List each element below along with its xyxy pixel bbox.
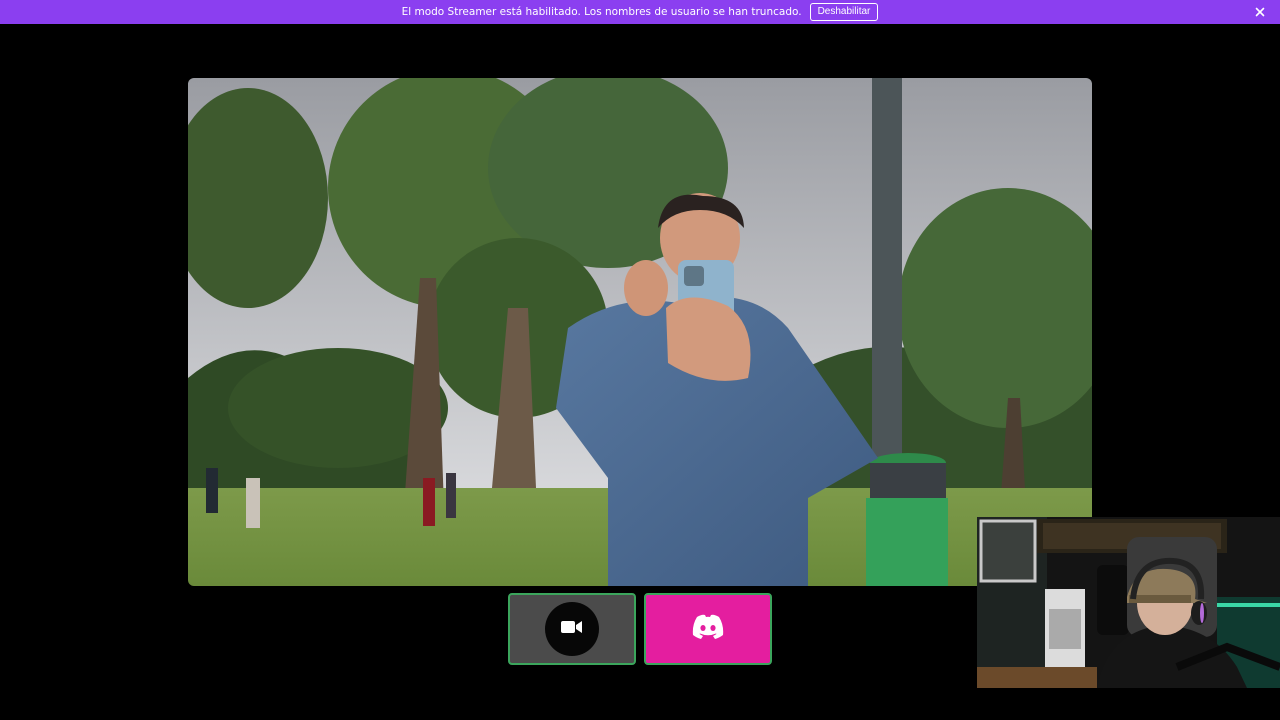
camera-avatar — [545, 602, 599, 656]
main-video-feed[interactable] — [188, 78, 1092, 586]
streamer-mode-message: El modo Streamer está habilitado. Los no… — [401, 6, 802, 18]
disable-streamer-mode-button[interactable]: Deshabilitar — [809, 3, 879, 21]
discord-logo-icon — [691, 614, 725, 644]
streamer-mode-notice-bar: El modo Streamer está habilitado. Los no… — [0, 0, 1280, 24]
self-webcam-view[interactable] — [977, 517, 1280, 688]
discord-participant-tile[interactable] — [644, 593, 772, 665]
close-icon[interactable] — [1252, 4, 1268, 20]
camera-participant-tile[interactable] — [508, 593, 636, 665]
video-camera-icon — [561, 619, 583, 639]
